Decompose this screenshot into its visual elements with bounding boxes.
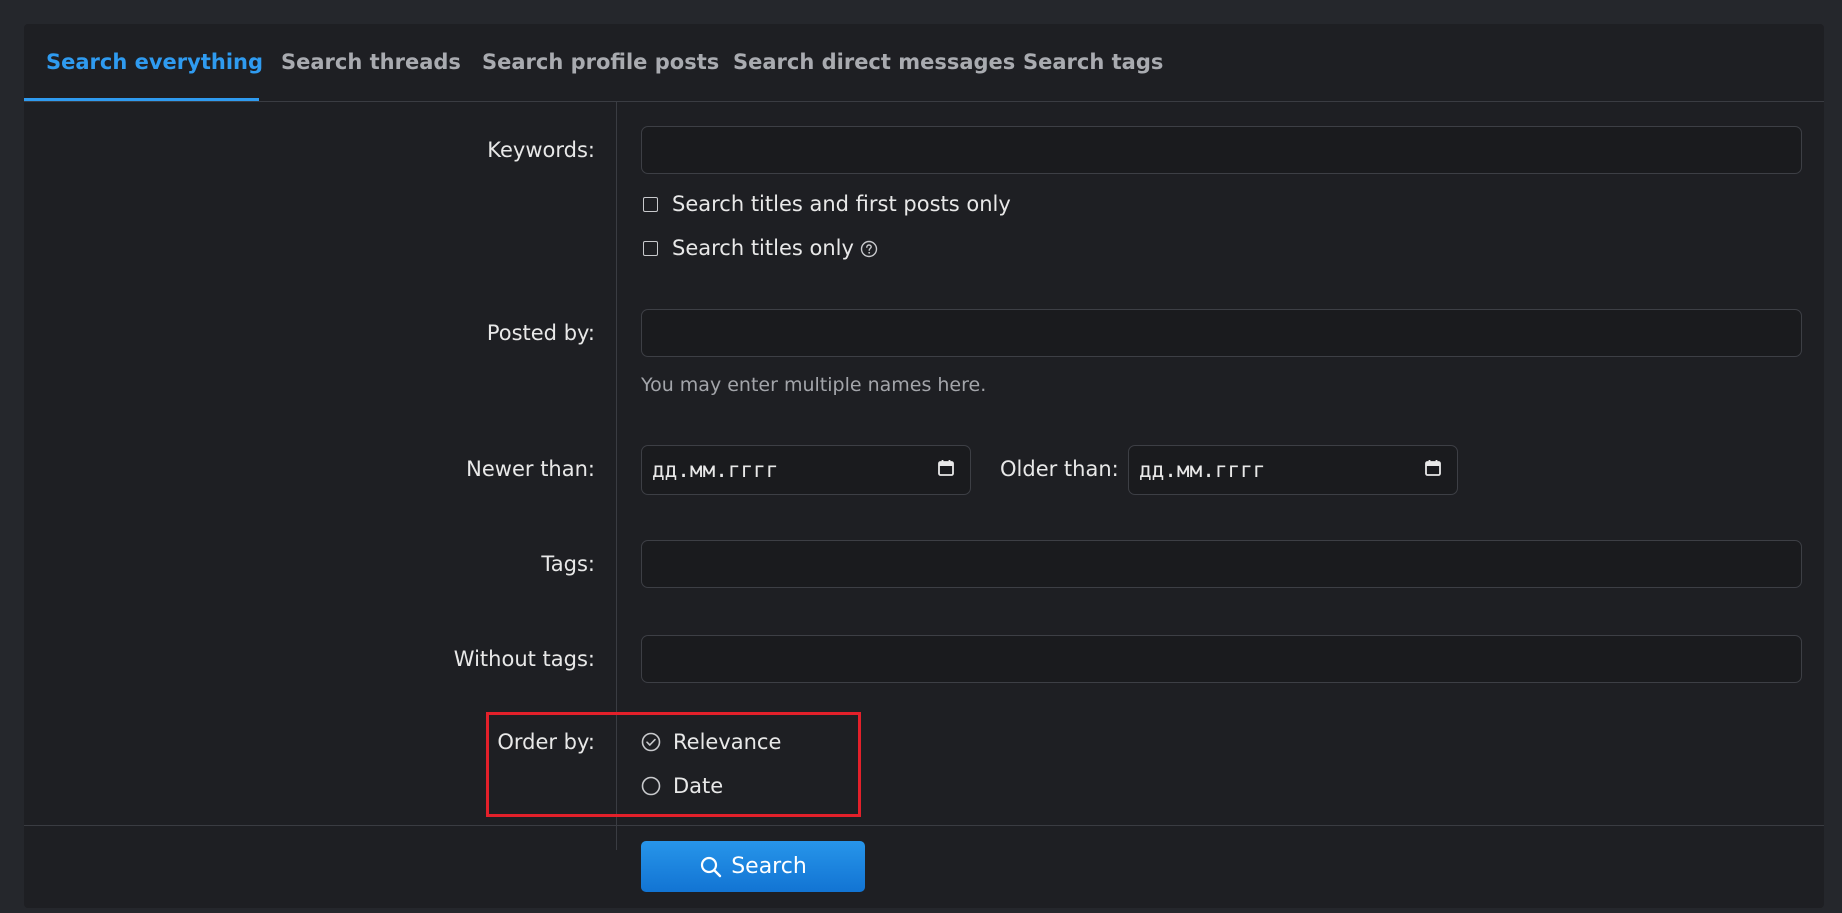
search-tabs: Search everything Search threads Search …: [24, 24, 1824, 102]
tab-search-profile-posts[interactable]: Search profile posts: [482, 24, 719, 102]
tab-search-threads[interactable]: Search threads: [281, 24, 461, 102]
titles-first-posts-checkbox[interactable]: [643, 196, 658, 212]
without-tags-label: Without tags:: [453, 647, 595, 671]
form-footer-divider: [24, 825, 1824, 826]
newer-than-label: Newer than:: [466, 457, 595, 481]
keywords-input[interactable]: [641, 126, 1802, 174]
search-button[interactable]: Search: [641, 841, 865, 892]
search-button-label: Search: [731, 854, 807, 879]
titles-first-posts-option[interactable]: Search titles and first posts only: [641, 190, 1011, 218]
tab-search-tags[interactable]: Search tags: [1023, 24, 1163, 102]
tab-search-direct-messages[interactable]: Search direct messages: [733, 24, 1015, 102]
active-tab-indicator: [24, 98, 259, 101]
titles-first-posts-label: Search titles and first posts only: [672, 192, 1011, 216]
older-than-date-input[interactable]: дд.мм.гггг: [1128, 445, 1458, 495]
newer-than-placeholder: дд.мм.гггг: [652, 458, 779, 482]
newer-than-date-input[interactable]: дд.мм.гггг: [641, 445, 971, 495]
calendar-icon[interactable]: [1423, 458, 1443, 483]
tags-label: Tags:: [541, 552, 595, 576]
older-than-label: Older than:: [1000, 457, 1119, 481]
search-form-panel: Search everything Search threads Search …: [24, 24, 1824, 908]
tags-input[interactable]: [641, 540, 1802, 588]
without-tags-input[interactable]: [641, 635, 1802, 683]
search-icon: [701, 856, 722, 877]
question-circle-icon[interactable]: [860, 239, 878, 258]
tab-search-everything[interactable]: Search everything: [46, 24, 263, 102]
posted-by-input[interactable]: [641, 309, 1802, 357]
keywords-label: Keywords:: [487, 138, 595, 162]
posted-by-label: Posted by:: [486, 321, 595, 345]
titles-only-checkbox[interactable]: [643, 240, 658, 256]
older-than-placeholder: дд.мм.гггг: [1139, 458, 1266, 482]
order-by-highlight: [486, 712, 861, 817]
calendar-icon[interactable]: [936, 458, 956, 483]
titles-only-label: Search titles only: [672, 236, 854, 260]
titles-only-option[interactable]: Search titles only: [641, 234, 878, 262]
posted-by-hint: You may enter multiple names here.: [641, 374, 987, 396]
